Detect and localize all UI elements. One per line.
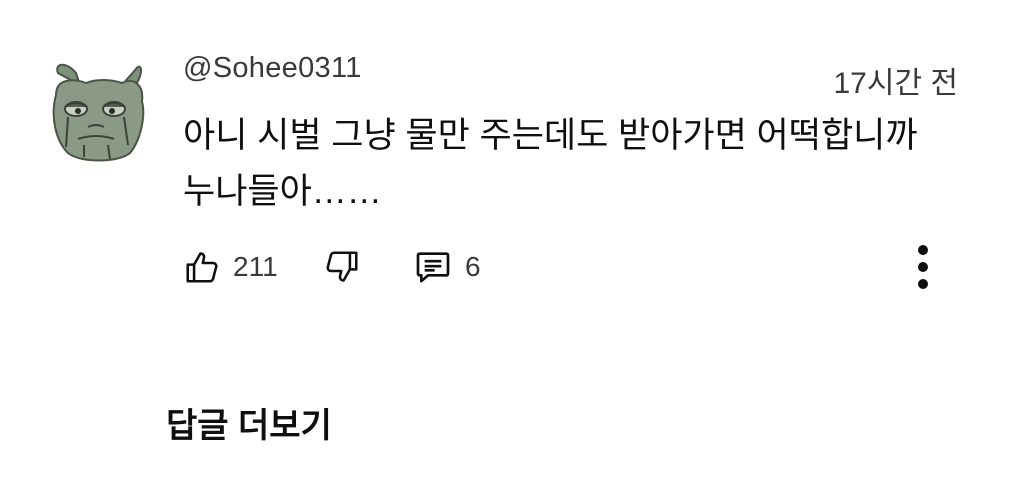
like-count: 211 — [233, 251, 278, 282]
more-options-button[interactable] — [903, 243, 943, 291]
frog-avatar-icon — [52, 63, 145, 162]
comment-icon — [416, 252, 450, 283]
dislike-button[interactable] — [323, 243, 361, 291]
comment-card: @Sohee0311 17시간 전 아니 시벌 그냥 물만 주는데도 받아가면 … — [0, 0, 1024, 477]
thumbs-up-icon — [186, 252, 218, 283]
reply-button[interactable]: 6 — [413, 243, 481, 291]
comment-text: 아니 시벌 그냥 물만 주는데도 받아가면 어떡합니까 누나들아…… — [183, 116, 918, 211]
reply-count: 6 — [465, 251, 481, 282]
like-button[interactable]: 211 — [183, 243, 278, 291]
comment-timestamp: 17시간 전 — [833, 67, 958, 100]
view-replies-button[interactable]: 답글 더보기 — [166, 398, 332, 447]
avatar[interactable] — [48, 55, 148, 165]
comment-author[interactable]: @Sohee0311 — [183, 52, 362, 85]
more-vertical-icon — [918, 245, 928, 289]
comment-actions: 211 6 — [183, 243, 983, 291]
thumbs-down-icon — [326, 251, 358, 282]
